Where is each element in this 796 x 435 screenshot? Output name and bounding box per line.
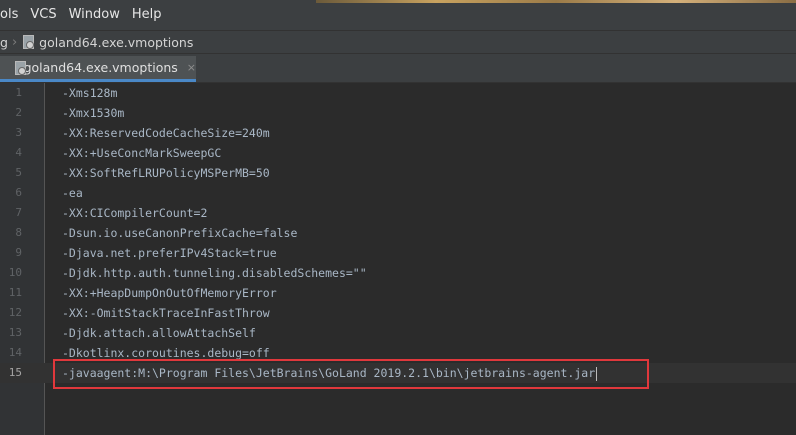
tab-goland64-vmoptions[interactable]: goland64.exe.vmoptions × <box>0 56 196 82</box>
background-strip <box>316 0 796 3</box>
line-number: 10 <box>8 266 22 279</box>
line-number: 5 <box>15 166 22 179</box>
settings-file-icon <box>22 35 35 49</box>
line-number: 8 <box>15 226 22 239</box>
code-text[interactable]: -XX:+HeapDumpOnOutOfMemoryError <box>62 283 277 303</box>
code-text[interactable]: -XX:ReservedCodeCacheSize=240m <box>62 123 270 143</box>
code-line[interactable]: 5 -XX:SoftRefLRUPolicyMSPerMB=50 <box>0 163 796 183</box>
settings-file-icon <box>14 60 26 75</box>
code-text[interactable]: -Djava.net.preferIPv4Stack=true <box>62 243 277 263</box>
code-line[interactable]: 15 -javaagent:M:\Program Files\JetBrains\… <box>0 363 796 383</box>
code-text[interactable]: -XX:-OmitStackTraceInFastThrow <box>62 303 270 323</box>
code-line[interactable]: 14 -Dkotlinx.coroutines.debug=off <box>0 343 796 363</box>
line-number: 12 <box>8 306 22 319</box>
code-line[interactable]: 4 -XX:+UseConcMarkSweepGC <box>0 143 796 163</box>
line-number: 13 <box>8 326 22 339</box>
line-number: 14 <box>8 346 22 359</box>
tab-label: goland64.exe.vmoptions <box>23 60 178 75</box>
close-icon[interactable]: × <box>187 61 196 74</box>
code-text[interactable]: -XX:SoftRefLRUPolicyMSPerMB=50 <box>62 163 270 183</box>
code-text[interactable]: -javaagent:M:\Program Files\JetBrains\Go… <box>62 363 598 383</box>
line-number: 11 <box>8 286 22 299</box>
line-number: 6 <box>15 186 22 199</box>
code-line[interactable]: 8 -Dsun.io.useCanonPrefixCache=false <box>0 223 796 243</box>
line-number: 9 <box>15 246 22 259</box>
line-number: 3 <box>15 126 22 139</box>
code-line[interactable]: 1 -Xms128m <box>0 83 796 103</box>
code-text[interactable]: -XX:CICompilerCount=2 <box>62 203 207 223</box>
code-text[interactable]: -Dkotlinx.coroutines.debug=off <box>62 343 270 363</box>
line-number: 1 <box>15 86 22 99</box>
code-line[interactable]: 2 -Xmx1530m <box>0 103 796 123</box>
line-number: 4 <box>15 146 22 159</box>
breadcrumb-separator-icon: › <box>11 34 18 50</box>
code-line[interactable]: 6 -ea <box>0 183 796 203</box>
menu-help[interactable]: Help <box>126 0 168 30</box>
code-line[interactable]: 7 -XX:CICompilerCount=2 <box>0 203 796 223</box>
line-number: 2 <box>15 106 22 119</box>
breadcrumb: g › goland64.exe.vmoptions <box>0 30 796 54</box>
code-text[interactable]: -Djdk.attach.allowAttachSelf <box>62 323 256 343</box>
menu-window[interactable]: Window <box>63 0 126 30</box>
menu-bar: ols VCS Window Help <box>0 0 796 30</box>
code-text[interactable]: -Xms128m <box>62 83 117 103</box>
code-text[interactable]: -ea <box>62 183 83 203</box>
code-line[interactable]: 12 -XX:-OmitStackTraceInFastThrow <box>0 303 796 323</box>
code-line[interactable]: 13 -Djdk.attach.allowAttachSelf <box>0 323 796 343</box>
code-line[interactable]: 3 -XX:ReservedCodeCacheSize=240m <box>0 123 796 143</box>
line-number: 7 <box>15 206 22 219</box>
code-line[interactable]: 9 -Djava.net.preferIPv4Stack=true <box>0 243 796 263</box>
code-text[interactable]: -XX:+UseConcMarkSweepGC <box>62 143 221 163</box>
code-editor[interactable]: 1 -Xms128m 2 -Xmx1530m 3 -XX:ReservedCodeCach… <box>0 83 796 435</box>
code-text[interactable]: -Dsun.io.useCanonPrefixCache=false <box>62 223 297 243</box>
code-line[interactable]: 10 -Djdk.http.auth.tunneling.disabledSche… <box>0 263 796 283</box>
breadcrumb-parent[interactable]: g <box>0 35 8 50</box>
editor-tab-bar: goland64.exe.vmoptions × <box>0 54 796 83</box>
code-text[interactable]: -Djdk.http.auth.tunneling.disabledScheme… <box>62 263 367 283</box>
menu-vcs[interactable]: VCS <box>24 0 62 30</box>
code-text[interactable]: -Xmx1530m <box>62 103 124 123</box>
line-number: 15 <box>8 366 22 379</box>
breadcrumb-file[interactable]: goland64.exe.vmoptions <box>39 35 193 50</box>
menu-tools[interactable]: ols <box>0 0 24 30</box>
code-line[interactable]: 11 -XX:+HeapDumpOnOutOfMemoryError <box>0 283 796 303</box>
text-caret <box>596 366 598 381</box>
